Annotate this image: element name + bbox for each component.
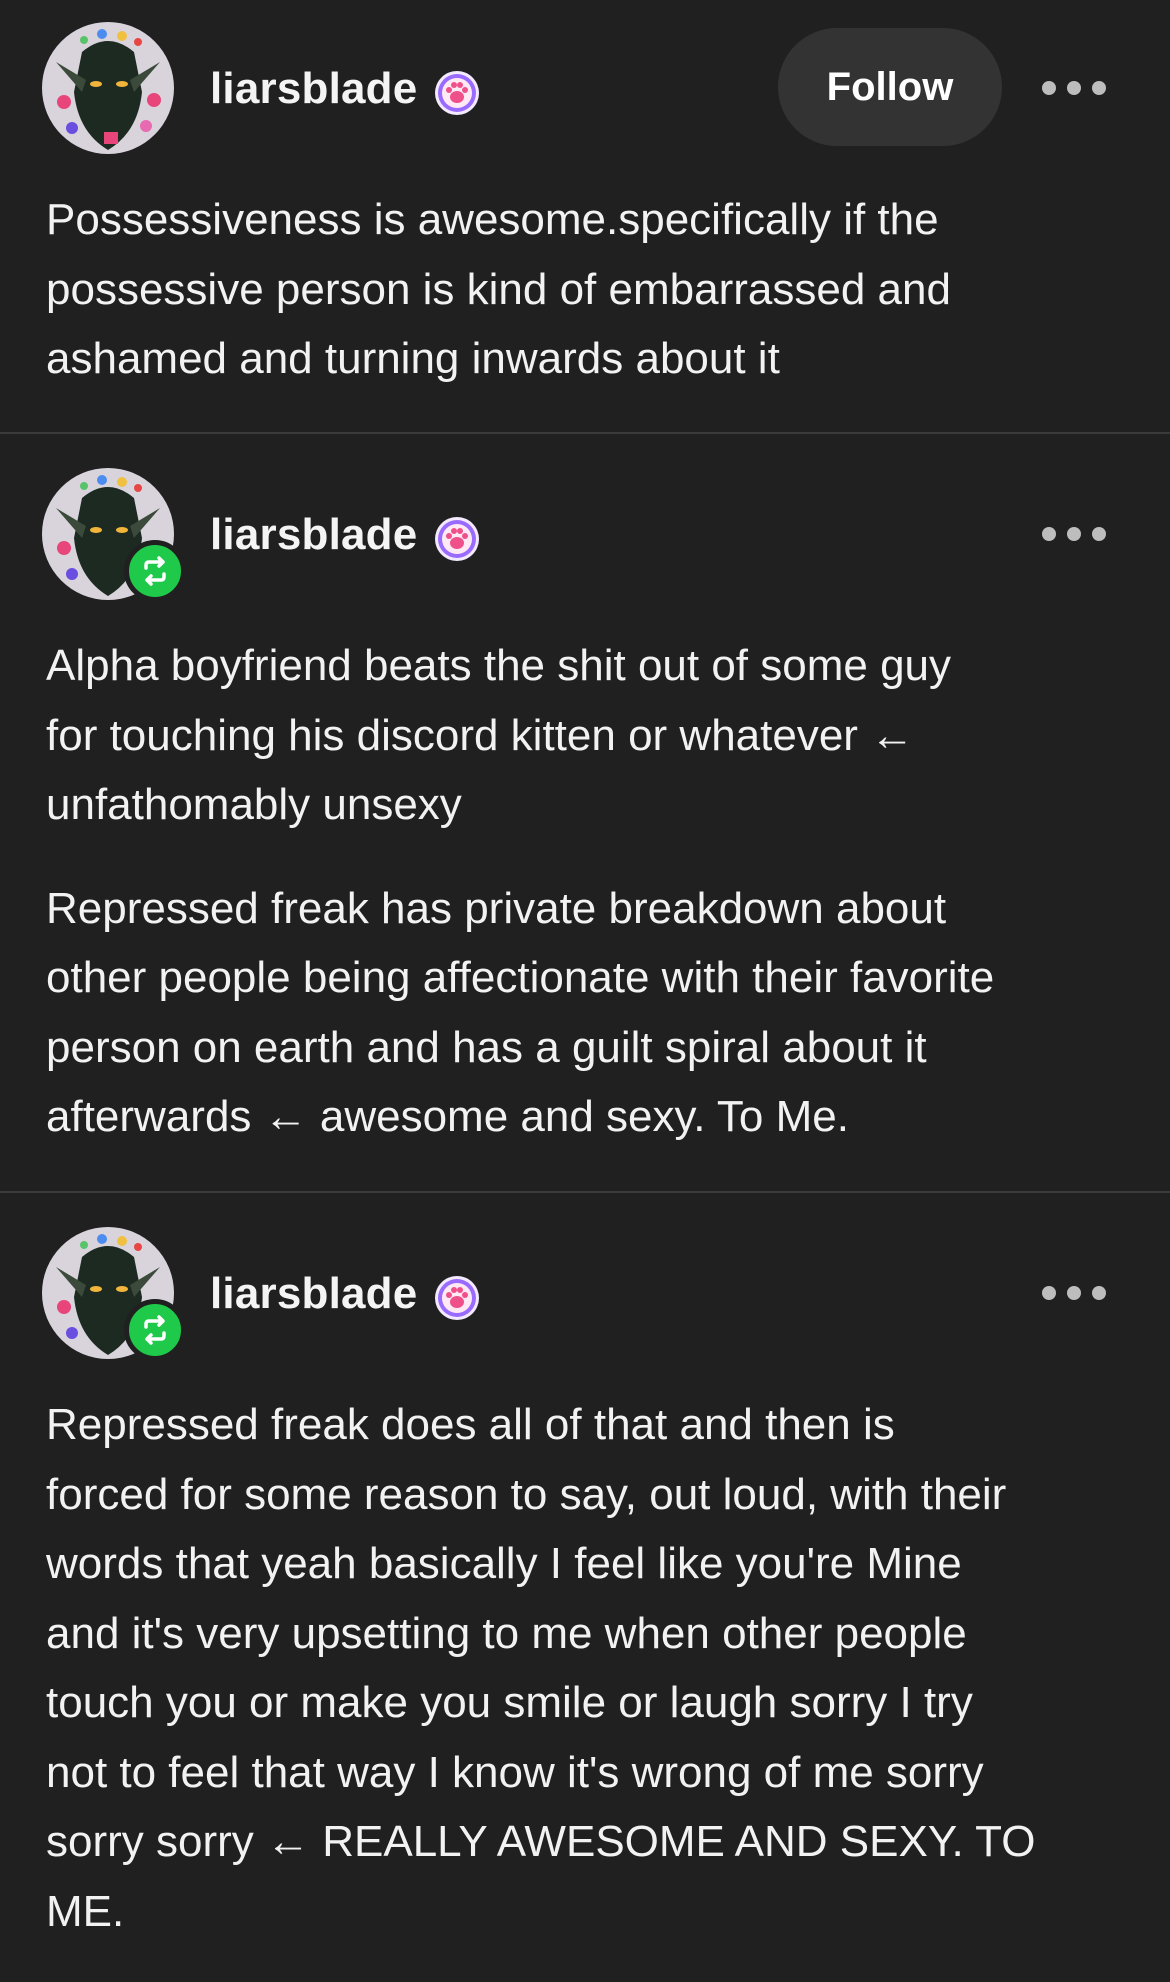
more-options-icon[interactable] bbox=[1042, 73, 1106, 103]
post-body: Alpha boyfriend beats the shit out of so… bbox=[46, 631, 1136, 1152]
post-body: Repressed freak does all of that and the… bbox=[46, 1390, 1136, 1946]
avatar[interactable] bbox=[42, 22, 174, 154]
post-paragraph: Alpha boyfriend beats the shit out of so… bbox=[46, 641, 952, 829]
post-header: liarsblade bbox=[0, 1193, 1170, 1361]
post-reblog: liarsblade Repressed freak does all of t… bbox=[0, 1193, 1170, 1982]
username[interactable]: liarsblade bbox=[210, 1269, 417, 1319]
avatar[interactable] bbox=[42, 1227, 186, 1361]
post-body: Possessiveness is awesome.specifically i… bbox=[46, 185, 1136, 394]
username[interactable]: liarsblade bbox=[210, 64, 417, 114]
follow-button[interactable]: Follow bbox=[778, 28, 1002, 146]
post-original: liarsblade Follow Possessiveness is awes… bbox=[0, 0, 1170, 433]
post-paragraph: Repressed freak does all of that and the… bbox=[46, 1400, 1036, 1936]
more-options-icon[interactable] bbox=[1042, 519, 1106, 549]
paw-badge-icon bbox=[435, 517, 479, 561]
paw-badge-icon bbox=[435, 1276, 479, 1320]
avatar-image bbox=[42, 22, 174, 154]
username[interactable]: liarsblade bbox=[210, 510, 417, 560]
post-paragraph: Repressed freak has private breakdown ab… bbox=[46, 883, 995, 1142]
reblog-icon bbox=[124, 540, 186, 602]
post-header: liarsblade bbox=[0, 434, 1170, 602]
avatar[interactable] bbox=[42, 468, 186, 602]
more-options-icon[interactable] bbox=[1042, 1278, 1106, 1308]
post-paragraph: Possessiveness is awesome.specifically i… bbox=[46, 195, 951, 383]
post-reblog: liarsblade Alpha boyfriend beats the shi… bbox=[0, 434, 1170, 1191]
paw-badge-icon bbox=[435, 71, 479, 115]
post-header: liarsblade Follow bbox=[0, 0, 1170, 154]
reblog-icon bbox=[124, 1299, 186, 1361]
